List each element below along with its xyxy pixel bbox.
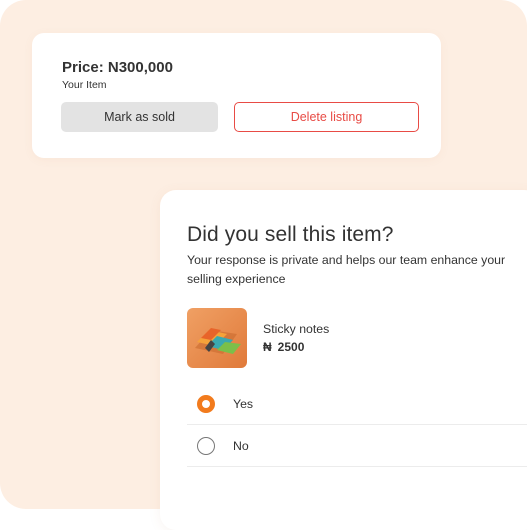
listing-price: Price: N300,000	[62, 59, 173, 76]
mark-as-sold-button[interactable]: Mark as sold	[61, 102, 218, 132]
product-thumbnail	[187, 308, 247, 368]
radio-selected-icon[interactable]	[197, 394, 215, 413]
product-name: Sticky notes	[263, 322, 330, 336]
product-price: ₦ 2500	[263, 340, 304, 354]
listing-subtitle: Your Item	[62, 79, 107, 91]
option-label: Yes	[233, 396, 254, 411]
option-no[interactable]: No	[187, 425, 527, 467]
product-price-value: 2500	[277, 340, 305, 354]
survey-description: Your response is private and helps our t…	[187, 253, 506, 286]
sale-survey-card: Did you sell this item? Your response is…	[160, 190, 527, 530]
option-yes[interactable]: Yes	[187, 383, 527, 425]
sticky-notes-image	[187, 308, 247, 368]
delete-listing-button[interactable]: Delete listing	[234, 102, 419, 132]
radio-unselected-icon[interactable]	[197, 436, 215, 455]
survey-title: Did you sell this item?	[187, 223, 394, 246]
listing-card: Price: N300,000 Your Item Mark as sold D…	[32, 33, 441, 158]
option-label: No	[233, 438, 249, 453]
naira-currency-icon: ₦	[263, 340, 272, 354]
